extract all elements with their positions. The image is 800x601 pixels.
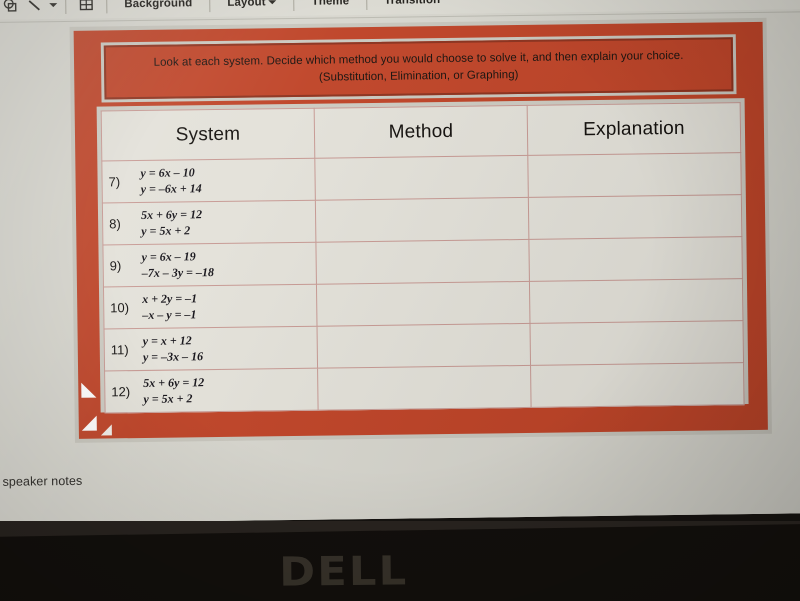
selection-handle-icon[interactable] [100, 424, 112, 436]
equation-1: 5x + 6y = 12 [140, 206, 203, 222]
equation-1: y = 6x – 10 [140, 164, 195, 180]
toolbar-divider [209, 0, 211, 12]
bezel-edge [0, 521, 800, 537]
method-cell[interactable] [317, 365, 532, 411]
method-cell[interactable] [314, 155, 529, 201]
menu-background[interactable]: Background [115, 0, 201, 10]
slide-frame[interactable]: Look at each system. Decide which method… [69, 17, 772, 443]
chevron-down-icon [268, 0, 277, 5]
equation-2: y = –6x + 14 [140, 180, 202, 196]
equation-2: y = –3x – 16 [142, 348, 204, 364]
equation-1: x + 2y = –1 [142, 290, 198, 306]
equation-1: 5x + 6y = 12 [143, 374, 205, 390]
speaker-notes-placeholder[interactable]: speaker notes [2, 474, 82, 489]
slide-canvas: Look at each system. Decide which method… [0, 9, 800, 524]
system-method-table: System Method Explanation 7) y = 6x – 10… [100, 102, 745, 414]
insert-table-icon[interactable] [78, 0, 94, 15]
dell-logo: DELL [278, 548, 409, 596]
selection-handle-icon[interactable] [81, 415, 97, 431]
toolbar-divider [366, 0, 368, 10]
question-number: 9) [109, 258, 122, 274]
system-equations: y = x + 12 y = –3x – 16 [143, 333, 204, 365]
method-cell[interactable] [315, 239, 530, 285]
explanation-cell[interactable] [527, 152, 742, 198]
shapes-icon[interactable] [2, 0, 18, 16]
explanation-cell[interactable] [530, 362, 745, 408]
question-number: 10) [110, 300, 130, 316]
question-number: 8) [109, 216, 121, 232]
system-cell[interactable]: 10) x + 2y = –1 –x – y = –1 [103, 284, 318, 329]
toolbar-divider [65, 0, 67, 14]
explanation-cell[interactable] [528, 236, 743, 282]
equation-2: –7x – 3y = –18 [141, 264, 215, 280]
header-explanation: Explanation [527, 102, 741, 156]
laptop-screen: Background Layout Theme Transition Look [0, 0, 800, 524]
equation-2: y = 5x + 2 [143, 390, 193, 406]
equation-1: y = x + 12 [142, 333, 192, 348]
explanation-cell[interactable] [529, 278, 743, 324]
system-equations: y = 6x – 19 –7x – 3y = –18 [141, 249, 214, 282]
equation-1: y = 6x – 19 [141, 248, 196, 264]
header-system: System [101, 108, 315, 161]
question-number: 11) [110, 342, 129, 358]
toolbar-divider [106, 0, 108, 13]
system-equations: y = 6x – 10 y = –6x + 14 [140, 165, 201, 197]
system-equations: 5x + 6y = 12 y = 5x + 2 [141, 207, 202, 239]
line-tool-caret-icon[interactable] [49, 3, 58, 8]
menu-transition[interactable]: Transition [375, 0, 449, 7]
system-equations: 5x + 6y = 12 y = 5x + 2 [143, 375, 204, 407]
toolbar-divider [293, 0, 295, 11]
screenshot-root: Background Layout Theme Transition Look [0, 0, 800, 601]
slide-background[interactable]: Look at each system. Decide which method… [73, 21, 768, 439]
table-row[interactable]: 12) 5x + 6y = 12 y = 5x + 2 [104, 362, 745, 413]
system-cell[interactable]: 8) 5x + 6y = 12 y = 5x + 2 [102, 200, 316, 245]
explanation-cell[interactable] [529, 320, 744, 366]
explanation-cell[interactable] [528, 194, 742, 240]
equation-2: y = 5x + 2 [141, 222, 191, 238]
selection-handle-icon[interactable] [81, 382, 97, 398]
laptop-bezel: DELL [0, 521, 800, 601]
system-cell[interactable]: 12) 5x + 6y = 12 y = 5x + 2 [104, 368, 319, 413]
system-equations: x + 2y = –1 –x – y = –1 [142, 291, 197, 323]
equation-2: –x – y = –1 [142, 306, 197, 322]
table-body: 7) y = 6x – 10 y = –6x + 14 8) 5x + 6y =… [101, 152, 745, 413]
system-table-wrapper[interactable]: System Method Explanation 7) y = 6x – 10… [96, 98, 749, 414]
instruction-banner[interactable]: Look at each system. Decide which method… [104, 37, 734, 100]
line-tool-icon[interactable] [26, 0, 42, 15]
instruction-banner-outer: Look at each system. Decide which method… [100, 34, 737, 103]
system-cell[interactable]: 7) y = 6x – 10 y = –6x + 14 [101, 158, 316, 203]
question-number: 12) [111, 384, 131, 400]
menu-layout[interactable]: Layout [218, 0, 285, 9]
question-number: 7) [108, 174, 121, 190]
method-cell[interactable] [315, 197, 529, 243]
method-cell[interactable] [317, 323, 531, 369]
system-cell[interactable]: 9) y = 6x – 19 –7x – 3y = –18 [102, 242, 317, 287]
header-method: Method [314, 105, 528, 159]
table-header-row: System Method Explanation [101, 102, 741, 161]
system-cell[interactable]: 11) y = x + 12 y = –3x – 16 [104, 326, 318, 371]
menu-layout-label: Layout [227, 0, 266, 9]
menu-theme[interactable]: Theme [303, 0, 359, 8]
method-cell[interactable] [316, 281, 530, 327]
